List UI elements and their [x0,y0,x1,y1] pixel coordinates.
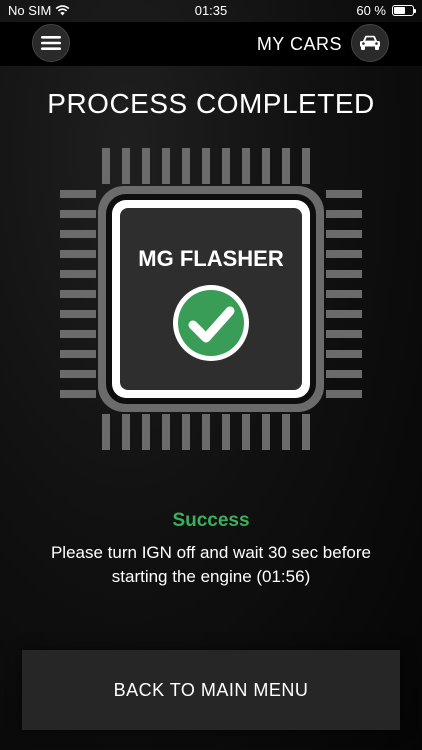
battery-icon [392,5,416,16]
chip-pin [102,148,110,184]
chip-pin [182,414,190,450]
chip-pin [60,210,96,218]
chip-pin [60,310,96,318]
chip-pin [282,148,290,184]
chip-pin [302,414,310,450]
chip-pin [142,148,150,184]
status-bar: No SIM 01:35 60 % [0,0,422,22]
chip-pin [122,414,130,450]
chip-pin [202,414,210,450]
chip-pin [326,250,362,258]
chip-pin [326,190,362,198]
chip-pin [60,350,96,358]
chip-pin [60,330,96,338]
check-circle [178,290,244,356]
chip-pin [326,390,362,398]
chip-pin [60,230,96,238]
chip-pin [326,350,362,358]
success-label: Success [172,510,250,531]
chip-pin [102,414,110,450]
chip-pin [262,414,270,450]
chip-pin [326,230,362,238]
hamburger-menu-icon [41,36,61,50]
chip-label: MG FLASHER [138,246,284,271]
chip-pin [60,370,96,378]
nav-bar: MY CARS [0,22,422,66]
chip-pin [60,290,96,298]
chip-pin [222,148,230,184]
chip-pin [326,310,362,318]
chip-illustration: MG FLASHER [60,148,362,450]
chip-pin [60,390,96,398]
page-title: PROCESS COMPLETED [47,88,375,119]
car-icon [360,35,380,50]
chip-pin [162,148,170,184]
chip-pin [262,148,270,184]
chip-pin [326,290,362,298]
chip-pin [182,148,190,184]
chip-pin [242,414,250,450]
chip-pin [122,148,130,184]
chip-pin [60,270,96,278]
chip-pin [302,148,310,184]
chip-pin [142,414,150,450]
battery-fill [394,7,405,14]
chip-pin [222,414,230,450]
battery-percent: 60 % [356,3,386,18]
status-message-line1: Please turn IGN off and wait 30 sec befo… [50,543,372,562]
menu-button[interactable] [32,24,70,62]
chip-pin [326,370,362,378]
chip-pin [282,414,290,450]
chip-pin [326,210,362,218]
status-right: 60 % [356,3,416,18]
back-to-main-menu-button[interactable]: BACK TO MAIN MENU [22,650,400,730]
chip-pin [60,190,96,198]
my-cars-button[interactable] [351,24,389,62]
chip-pin [242,148,250,184]
chip-pin [326,330,362,338]
chip-pin [60,250,96,258]
status-message: Please turn IGN off and wait 30 sec befo… [22,541,400,589]
chip-pin [326,270,362,278]
my-cars-link[interactable]: MY CARS [257,34,342,55]
chip-pin [162,414,170,450]
chip-pin [202,148,210,184]
status-message-line2: starting the engine (01:56) [111,567,311,586]
